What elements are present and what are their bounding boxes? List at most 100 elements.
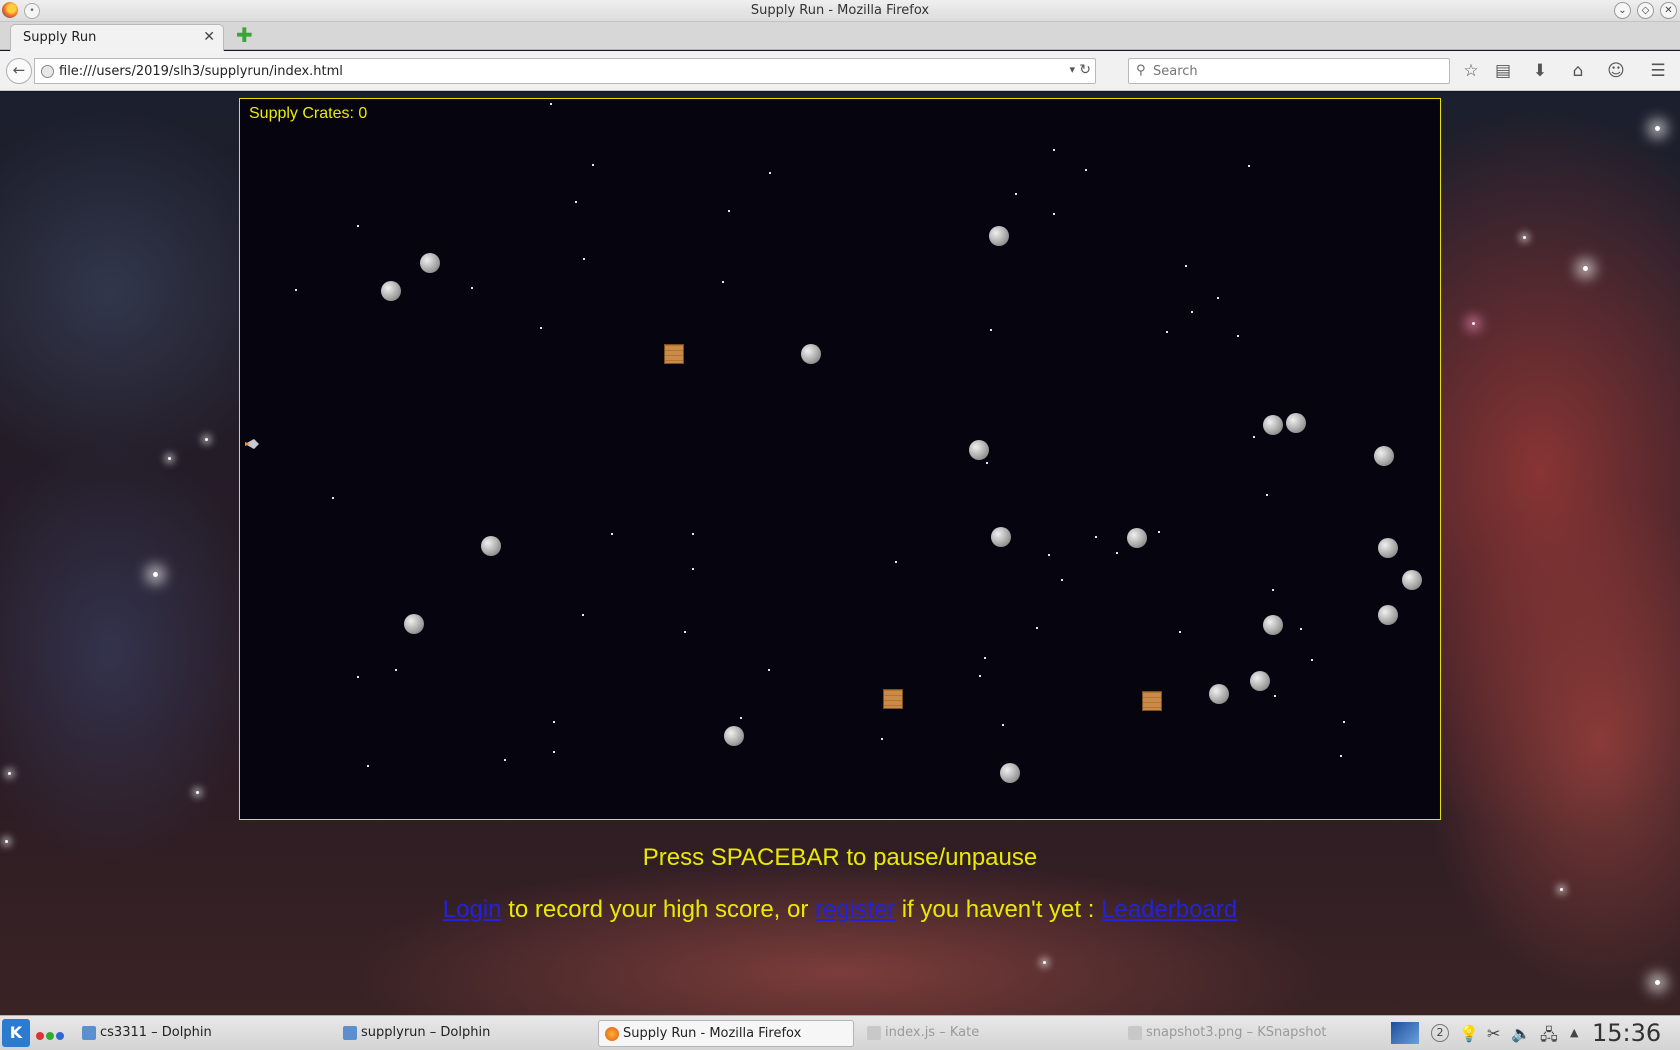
- background-star: [5, 840, 8, 843]
- space-dot: [1272, 589, 1274, 591]
- task-label: supplyrun – Dolphin: [361, 1025, 491, 1040]
- space-dot: [1166, 331, 1168, 333]
- register-link[interactable]: register: [815, 896, 895, 923]
- space-dot: [1158, 531, 1160, 533]
- asteroid: [1378, 605, 1398, 625]
- space-dot: [979, 675, 981, 677]
- tray-expand-icon[interactable]: ▲: [1570, 1026, 1578, 1039]
- asteroid: [969, 440, 989, 460]
- space-dot: [1179, 631, 1181, 633]
- asteroid: [724, 726, 744, 746]
- space-dot: [504, 759, 506, 761]
- clipboard-scissors-icon[interactable]: ✂: [1487, 1024, 1500, 1043]
- supply-crate: [883, 689, 903, 709]
- taskbar: K cs3311 – Dolphin supplyrun – Dolphin S…: [0, 1015, 1680, 1050]
- space-dot: [295, 289, 297, 291]
- space-dot: [984, 657, 986, 659]
- space-dot: [692, 533, 694, 535]
- space-dot: [895, 561, 897, 563]
- space-dot: [1095, 536, 1097, 538]
- asteroid: [1127, 528, 1147, 548]
- space-dot: [740, 717, 742, 719]
- back-button[interactable]: ←: [6, 58, 32, 84]
- login-link[interactable]: Login: [443, 896, 502, 923]
- lightbulb-icon[interactable]: 💡: [1459, 1024, 1479, 1043]
- chevron-down-icon[interactable]: ▾: [1069, 63, 1075, 76]
- notification-count-badge[interactable]: 2: [1431, 1024, 1449, 1042]
- asteroid: [989, 226, 1009, 246]
- chat-icon[interactable]: ☺: [1605, 61, 1627, 83]
- task-ksnapshot[interactable]: snapshot3.png – KSnapshot: [1122, 1020, 1382, 1047]
- network-icon[interactable]: 🖧: [1540, 1024, 1558, 1050]
- asteroid: [1000, 763, 1020, 783]
- supply-crate: [664, 344, 684, 364]
- space-dot: [769, 172, 771, 174]
- firefox-icon: [605, 1027, 619, 1041]
- space-dot: [1185, 265, 1187, 267]
- reload-icon[interactable]: ↻: [1079, 62, 1091, 78]
- leaderboard-link[interactable]: Leaderboard: [1101, 896, 1237, 923]
- url-text[interactable]: file:///users/2019/slh3/supplyrun/index.…: [59, 64, 343, 79]
- asteroid: [991, 527, 1011, 547]
- clock[interactable]: 15:36: [1592, 1019, 1661, 1047]
- close-window-button[interactable]: ✕: [1660, 2, 1677, 19]
- space-dot: [1053, 149, 1055, 151]
- search-input[interactable]: [1153, 62, 1443, 80]
- background-star: [168, 457, 171, 460]
- space-dot: [575, 201, 577, 203]
- minimize-window-button[interactable]: ⌄: [1614, 2, 1631, 19]
- desktop-pager-icon[interactable]: [1391, 1022, 1419, 1044]
- asteroid: [801, 344, 821, 364]
- space-dot: [1085, 169, 1087, 171]
- task-label: Supply Run - Mozilla Firefox: [623, 1026, 802, 1041]
- bookmarks-menu-icon[interactable]: ▤: [1492, 61, 1514, 83]
- space-dot: [357, 225, 359, 227]
- space-dot: [1266, 494, 1268, 496]
- downloads-icon[interactable]: ⬇: [1529, 61, 1551, 83]
- space-dot: [722, 281, 724, 283]
- space-dot: [357, 676, 359, 678]
- search-bar[interactable]: ⚲: [1128, 58, 1450, 84]
- task-supplyrun-dolphin[interactable]: supplyrun – Dolphin: [337, 1020, 577, 1047]
- task-kate[interactable]: index.js – Kate: [861, 1020, 1101, 1047]
- space-dot: [1053, 213, 1055, 215]
- space-dot: [611, 533, 613, 535]
- tab-strip: Supply Run ✕ ✚: [0, 22, 1680, 51]
- task-label: snapshot3.png – KSnapshot: [1146, 1025, 1327, 1040]
- game-canvas[interactable]: Supply Crates: 0: [239, 98, 1441, 820]
- background-star: [153, 572, 158, 577]
- space-dot: [1002, 724, 1004, 726]
- space-dot: [1274, 695, 1276, 697]
- kde-menu-button[interactable]: K: [2, 1019, 30, 1047]
- tab-label: Supply Run: [23, 30, 97, 45]
- asteroid: [381, 281, 401, 301]
- folder-icon: [343, 1026, 357, 1040]
- login-prompt: Login to record your high score, or regi…: [0, 896, 1680, 924]
- space-dot: [1015, 193, 1017, 195]
- bookmark-star-icon[interactable]: ☆: [1460, 61, 1482, 83]
- new-tab-button[interactable]: ✚: [236, 25, 253, 45]
- home-icon[interactable]: ⌂: [1567, 61, 1589, 83]
- hamburger-menu-icon[interactable]: ☰: [1647, 61, 1669, 83]
- task-label: cs3311 – Dolphin: [100, 1025, 212, 1040]
- asteroid: [1209, 684, 1229, 704]
- activities-icon[interactable]: [36, 1029, 70, 1040]
- tab-close-icon[interactable]: ✕: [203, 29, 215, 45]
- tab-supply-run[interactable]: Supply Run ✕: [10, 24, 224, 51]
- space-dot: [684, 631, 686, 633]
- space-dot: [1217, 297, 1219, 299]
- volume-icon[interactable]: 🔈: [1511, 1024, 1531, 1043]
- space-dot: [332, 497, 334, 499]
- text-editor-icon: [867, 1026, 881, 1040]
- url-bar[interactable]: file:///users/2019/slh3/supplyrun/index.…: [34, 58, 1096, 84]
- arrow-left-icon: ←: [12, 61, 26, 79]
- asteroid: [1378, 538, 1398, 558]
- space-dot: [1343, 721, 1345, 723]
- asteroid: [1263, 415, 1283, 435]
- maximize-window-button[interactable]: ◇: [1637, 2, 1654, 19]
- camera-icon: [1128, 1026, 1142, 1040]
- space-dot: [881, 738, 883, 740]
- task-firefox[interactable]: Supply Run - Mozilla Firefox: [598, 1020, 854, 1047]
- task-cs3311-dolphin[interactable]: cs3311 – Dolphin: [76, 1020, 316, 1047]
- score-counter: Supply Crates: 0: [249, 105, 368, 122]
